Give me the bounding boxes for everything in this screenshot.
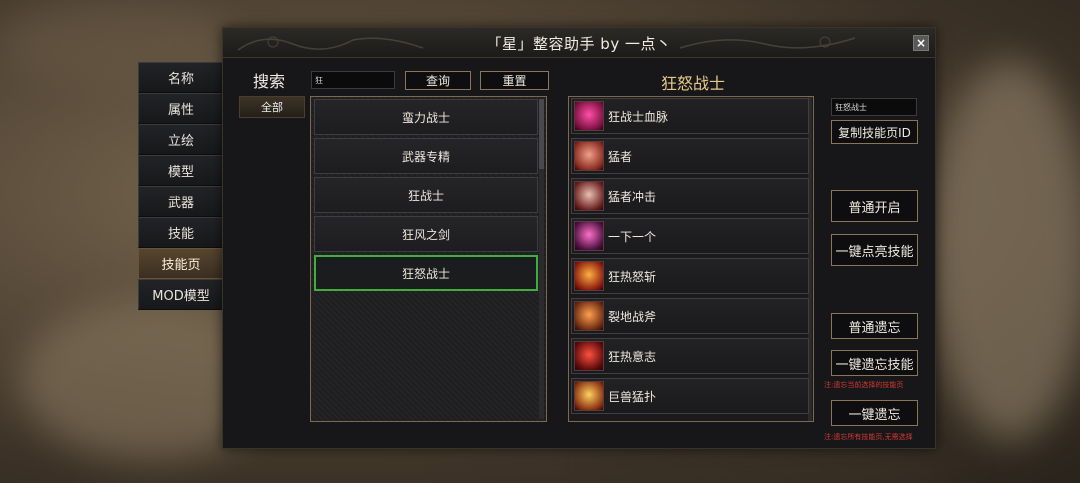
skill-page-list: 蛮力战士 武器专精 狂战士 狂风之剑 狂怒战士 bbox=[310, 96, 547, 422]
skill-name: 一下一个 bbox=[608, 229, 657, 244]
skill-row[interactable]: 狂热意志 bbox=[571, 338, 809, 374]
background-blur bbox=[930, 60, 1080, 440]
skill-page-heading: 狂怒战士 bbox=[660, 74, 725, 93]
list-item[interactable]: 狂风之剑 bbox=[314, 216, 538, 252]
skill-row[interactable]: 一下一个 bbox=[571, 218, 809, 254]
tab-model[interactable]: 模型 bbox=[138, 155, 224, 186]
tab-skill[interactable]: 技能 bbox=[138, 217, 224, 248]
one-click-forget-skills-button[interactable]: 一键遗忘技能 bbox=[831, 350, 918, 376]
skill-list-panel: 狂战士血脉猛者猛者冲击一下一个狂热怒斩裂地战斧狂热意志巨兽猛扑 bbox=[568, 96, 814, 422]
copy-skill-page-id-button[interactable]: 复制技能页ID bbox=[831, 120, 918, 144]
search-input[interactable] bbox=[311, 71, 395, 89]
list-item[interactable]: 武器专精 bbox=[314, 138, 538, 174]
query-button[interactable]: 查询 bbox=[405, 71, 471, 90]
tab-attributes[interactable]: 属性 bbox=[138, 93, 224, 124]
tab-skill-page[interactable]: 技能页 bbox=[138, 248, 224, 279]
skill-name: 裂地战斧 bbox=[608, 309, 657, 324]
skill-name: 猛者冲击 bbox=[608, 189, 657, 204]
list-item[interactable]: 狂战士 bbox=[314, 177, 538, 213]
skill-row[interactable]: 巨兽猛扑 bbox=[571, 378, 809, 414]
forget-all-note: 注:遗忘所有技能页,无需选择 bbox=[824, 433, 913, 441]
skill-name: 狂热意志 bbox=[608, 349, 657, 364]
slash-icon bbox=[574, 221, 604, 251]
blood-burst-icon bbox=[574, 101, 604, 131]
skill-name: 狂战士血脉 bbox=[608, 109, 669, 124]
reset-button[interactable]: 重置 bbox=[480, 71, 549, 90]
beautify-helper-window: 「星」整容助手 by 一点丶 × 搜索 全部 查询 重置 蛮力战士武器专精狂战士… bbox=[222, 27, 936, 449]
side-tab-column: 名称 属性 立绘 模型 武器 技能 技能页 MOD模型 bbox=[138, 62, 224, 310]
one-click-forget-all-button[interactable]: 一键遗忘 bbox=[831, 400, 918, 426]
tab-weapon[interactable]: 武器 bbox=[138, 186, 224, 217]
tab-name[interactable]: 名称 bbox=[138, 62, 224, 93]
tab-mod-model[interactable]: MOD模型 bbox=[138, 279, 224, 310]
beast-pounce-icon bbox=[574, 381, 604, 411]
tab-portrait[interactable]: 立绘 bbox=[138, 124, 224, 155]
close-button[interactable]: × bbox=[913, 35, 929, 51]
forget-current-note: 注:遗忘当前选择的技能页 bbox=[824, 381, 904, 389]
skill-row[interactable]: 裂地战斧 bbox=[571, 298, 809, 334]
rage-will-icon bbox=[574, 341, 604, 371]
skill-page-id-field[interactable] bbox=[831, 98, 917, 116]
skill-row[interactable]: 狂热怒斩 bbox=[571, 258, 809, 294]
normal-forget-button[interactable]: 普通遗忘 bbox=[831, 313, 918, 339]
window-title: 「星」整容助手 by 一点丶 bbox=[486, 35, 672, 53]
skill-row[interactable]: 猛者冲击 bbox=[571, 178, 809, 214]
skill-row[interactable]: 猛者 bbox=[571, 138, 809, 174]
category-all-button[interactable]: 全部 bbox=[239, 96, 305, 118]
skill-row[interactable]: 狂战士血脉 bbox=[571, 98, 809, 134]
skill-name: 狂热怒斩 bbox=[608, 269, 657, 284]
skill-name: 猛者 bbox=[608, 149, 633, 164]
list-item[interactable]: 狂怒战士 bbox=[314, 255, 538, 291]
fire-slash-icon bbox=[574, 261, 604, 291]
muscle-man-icon bbox=[574, 141, 604, 171]
ground-axe-icon bbox=[574, 301, 604, 331]
search-title: 搜索 bbox=[253, 72, 286, 91]
list-item[interactable]: 蛮力战士 bbox=[314, 99, 538, 135]
list-scrollbar-thumb[interactable] bbox=[539, 99, 544, 169]
skill-name: 巨兽猛扑 bbox=[608, 389, 657, 404]
title-bar[interactable]: 「星」整容助手 by 一点丶 × bbox=[223, 28, 935, 58]
warrior-charge-icon bbox=[574, 181, 604, 211]
one-click-light-skills-button[interactable]: 一键点亮技能 bbox=[831, 234, 918, 266]
normal-enable-button[interactable]: 普通开启 bbox=[831, 190, 918, 222]
